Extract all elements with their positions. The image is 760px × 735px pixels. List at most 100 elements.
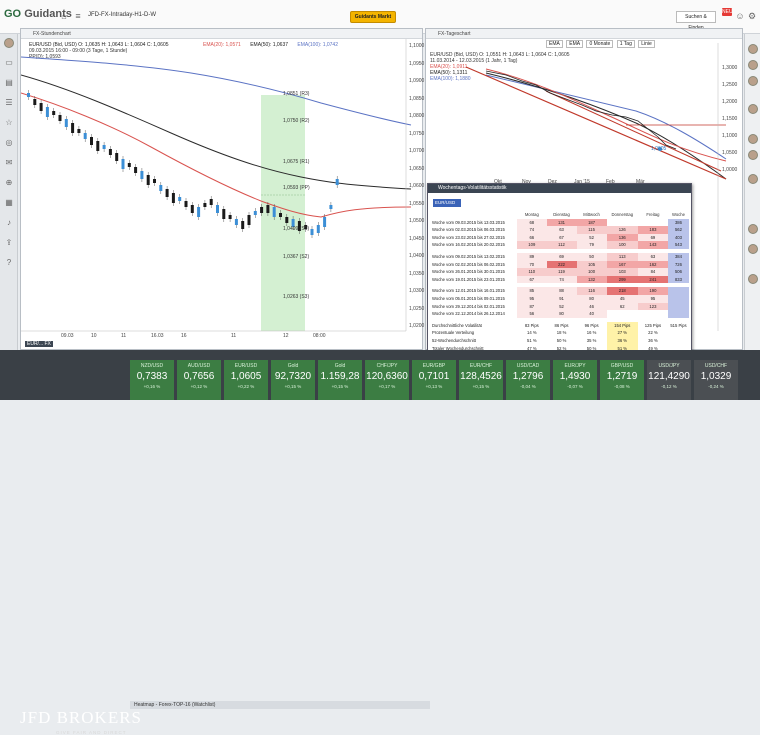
price-tick: 1,3000 [722,65,738,71]
volatility-window[interactable]: Wochentags-Volatilitätsstatistik EUR/USD… [427,183,692,374]
table-cell: 63 [546,226,577,234]
column-header[interactable]: Freitag [638,211,668,219]
fib-pp: 1,0593 (PP) [283,185,310,191]
table-cell: 69 [637,233,668,242]
table-row: Woche vom 22.12.2014 bis 26.12.2014 56 80 4… [431,310,689,318]
target-icon[interactable]: ⊕ [4,178,14,188]
price-tick: 1,0200 [409,323,425,329]
list-icon[interactable]: ☰ [4,98,14,108]
table-cell: 50 % [556,337,567,343]
user-icon[interactable]: ☺ [734,10,746,22]
candle [58,115,62,121]
avatar[interactable] [748,274,758,284]
column-header[interactable]: Mittwoch [577,211,607,219]
quote-tile[interactable]: Gold 1.159,28 +0,15 % [318,360,362,400]
candle [310,229,314,235]
avatar[interactable] [748,76,758,86]
avatar[interactable] [748,60,758,70]
price-tick: 1,0400 [409,253,425,259]
quote-tile[interactable]: USD/CAD 1,2796 -0,04 % [506,360,550,400]
table-cell [606,310,638,318]
grid-icon[interactable]: ▦ [4,198,14,208]
quote-tile[interactable]: EUR/GBP 0,7101 +0,13 % [412,360,456,400]
bottom-banner: JFD BROKERS GIVE FAIR AND DIRECT Heatmap… [0,350,760,735]
chat-icon[interactable]: ✉ [4,158,14,168]
quote-tile[interactable]: Gold 92,7320 +0,15 % [271,360,315,400]
quote-tile[interactable]: CHF/JPY 120,6360 +0,17 % [365,360,409,400]
quote-tile[interactable]: NZD/USD 0,7383 +0,16 % [130,360,174,400]
candle [52,111,56,115]
window-title[interactable]: Wochentags-Volatilitätsstatistik [428,184,691,193]
quote-tile[interactable]: EUR/JPY 1,4930 -0,07 % [553,360,597,400]
candle [64,119,68,127]
pair-selector[interactable]: EUR/USD 7:00 [433,199,461,213]
time-tick: 11 [231,333,237,339]
candle [266,205,270,213]
table-cell: 80 [576,294,607,303]
guidants-market-button[interactable]: Guidants Markt [350,11,396,23]
workspace-tab[interactable]: JFD-FX-Intraday-H1-D-W [88,12,156,18]
heatmap-title[interactable]: Heatmap - Forex-TOP-16 (Watchlist) [130,701,430,709]
quote-change: -0,04 % [520,384,536,389]
column-header[interactable]: Donnerstag [607,211,638,219]
candle [134,167,138,173]
time-tick: 12 [283,333,289,339]
avatar[interactable] [748,224,758,234]
avatar[interactable] [4,38,14,48]
quote-price: 1,2719 [606,371,638,382]
column-header[interactable]: Woche [668,211,689,219]
table-cell: 125 Pips [644,322,662,328]
search-button[interactable]: Suchen & Finden [676,11,716,31]
chart-icon[interactable]: ▤ [4,78,14,88]
quote-change: +0,22 % [237,384,255,389]
table-cell: 131 [546,218,577,227]
avatar[interactable] [748,44,758,54]
quote-price: 1,2796 [512,371,544,382]
price-tick: 1,0250 [409,305,425,312]
quote-tile[interactable]: EUR/USD 1,0605 +0,22 % [224,360,268,400]
quote-tile[interactable]: USD/JPY 121,4290 -0,12 % [647,360,691,400]
table-cell: 79 [576,241,607,249]
share-icon[interactable]: ⇪ [4,238,14,248]
settings-icon[interactable]: ⚙ [746,10,758,22]
table-cell: 110 [517,268,547,276]
globe-icon[interactable]: ◎ [4,138,14,148]
hourly-chart-panel: FX-Stundenchart EUR/USD (Bid, USD) O: 1,… [20,28,425,351]
menu-icon[interactable]: ≡ [72,10,84,22]
column-header[interactable]: Dienstag [547,211,577,219]
help-icon[interactable]: ? [4,258,14,268]
table-row: Woche vom 02.03.2015 bis 06.03.2015 74 63 1… [431,226,689,234]
price-tick: 1,1000 [409,43,425,49]
quote-tile[interactable]: AUD/USD 0,7656 +0,12 % [177,360,221,400]
fib-s2: 1,0367 (S2) [283,254,310,260]
quote-symbol: AUD/USD [187,363,211,369]
price-tick: 1,2000 [722,99,738,105]
quote-tile[interactable]: USD/CHF 1,0329 -0,24 % [694,360,738,400]
quote-symbol: USD/CHF [704,363,728,369]
quote-change: +0,15 % [331,384,349,389]
bell-icon[interactable]: ♪ [4,218,14,228]
avatar[interactable] [748,134,758,144]
column-header[interactable]: Montag [517,211,546,219]
quote-tile[interactable]: EUR/CHF 128,4526 +0,15 % [459,360,503,400]
table-cell: 115 [576,226,607,234]
table-row: Woche vom 23.02.2015 bis 27.02.2015 66 67 5… [431,233,689,242]
avatar[interactable] [748,174,758,184]
hourly-price-chart[interactable] [21,29,424,351]
candle [253,211,257,215]
avatar[interactable] [748,244,758,254]
table-cell: 63 [637,252,668,261]
home-icon[interactable]: ⌂ [58,10,70,22]
quote-price: 0,7656 [183,371,215,382]
monitor-icon[interactable]: ▭ [4,58,14,68]
avatar[interactable] [748,104,758,114]
table-cell: 68 [517,218,547,227]
candle [71,123,75,133]
star-icon[interactable]: ☆ [4,118,14,128]
quote-tile[interactable]: GBP/USD 1,2719 -0,08 % [600,360,644,400]
table-row: Woche vom 16.02.2015 bis 20.02.2015 109 11… [431,241,689,249]
avatar[interactable] [748,150,758,160]
quote-change: +0,13 % [425,384,443,389]
table-row: Woche vom 09.03.2015 bis 13.03.2015 68 131… [431,218,689,227]
table-cell: 36 % [606,336,638,345]
